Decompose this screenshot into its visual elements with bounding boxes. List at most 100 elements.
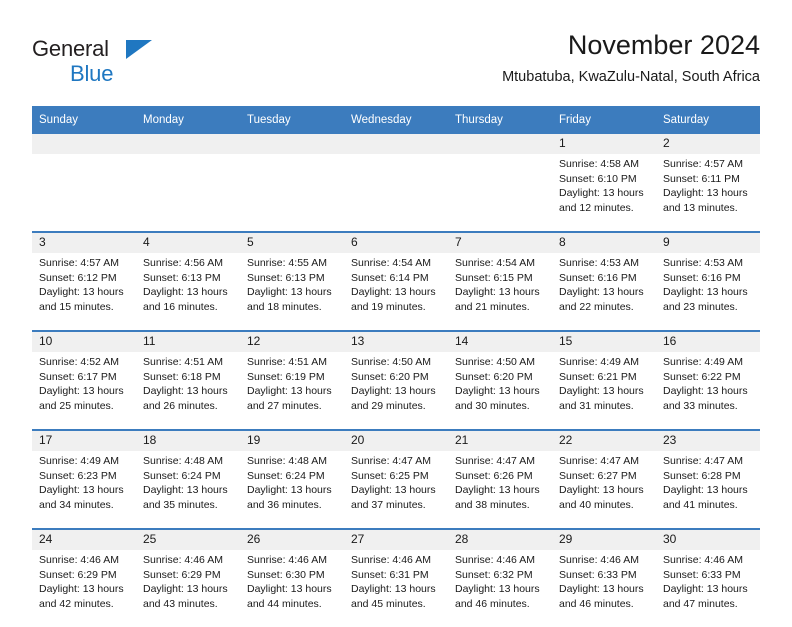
daylight-duration-line1: Daylight: 13 hours <box>247 484 332 496</box>
calendar-day-cell[interactable]: 29 Sunrise: 4:46 AM Sunset: 6:33 PM Dayligh… <box>552 528 656 627</box>
daylight-duration-line2: and 45 minutes. <box>351 597 426 610</box>
daylight-duration-line2: and 22 minutes. <box>559 300 634 313</box>
day-sun-info: Sunrise: 4:47 AM Sunset: 6:28 PM Daylight:… <box>656 451 760 528</box>
daylight-duration-line1: Daylight: 13 hours <box>247 286 332 298</box>
day-number: 21 <box>448 431 552 451</box>
calendar-day-cell[interactable]: 22 Sunrise: 4:47 AM Sunset: 6:27 PM Dayligh… <box>552 429 656 529</box>
sunset-time: Sunset: 6:32 PM <box>455 568 533 581</box>
weekday-header-monday: Monday <box>136 106 240 134</box>
daylight-duration-line1: Daylight: 13 hours <box>247 583 332 595</box>
day-number: 10 <box>32 332 136 352</box>
daylight-duration-line1: Daylight: 13 hours <box>247 385 332 397</box>
sunrise-time: Sunrise: 4:48 AM <box>143 455 223 467</box>
calendar-day-cell[interactable]: 2 Sunrise: 4:57 AM Sunset: 6:11 PM Daylight… <box>656 134 760 232</box>
daylight-duration-line1: Daylight: 13 hours <box>39 484 124 496</box>
calendar-day-cell[interactable]: 17 Sunrise: 4:49 AM Sunset: 6:23 PM Dayligh… <box>32 429 136 529</box>
calendar-day-cell[interactable]: 11 Sunrise: 4:51 AM Sunset: 6:18 PM Dayligh… <box>136 330 240 430</box>
calendar-day-cell[interactable]: 28 Sunrise: 4:46 AM Sunset: 6:32 PM Dayligh… <box>448 528 552 627</box>
daylight-duration-line2: and 33 minutes. <box>663 399 738 412</box>
calendar-day-cell-empty <box>32 134 136 232</box>
sunrise-time: Sunrise: 4:58 AM <box>559 158 639 170</box>
daylight-duration-line2: and 23 minutes. <box>663 300 738 313</box>
daylight-duration-line1: Daylight: 13 hours <box>663 286 748 298</box>
calendar-day-cell[interactable]: 3 Sunrise: 4:57 AM Sunset: 6:12 PM Daylight… <box>32 231 136 331</box>
calendar-day-cell[interactable]: 6 Sunrise: 4:54 AM Sunset: 6:14 PM Daylight… <box>344 231 448 331</box>
calendar-day-cell[interactable]: 16 Sunrise: 4:49 AM Sunset: 6:22 PM Dayligh… <box>656 330 760 430</box>
calendar-day-cell[interactable]: 20 Sunrise: 4:47 AM Sunset: 6:25 PM Dayligh… <box>344 429 448 529</box>
calendar-day-cell[interactable]: 18 Sunrise: 4:48 AM Sunset: 6:24 PM Dayligh… <box>136 429 240 529</box>
calendar-day-cell[interactable]: 7 Sunrise: 4:54 AM Sunset: 6:15 PM Daylight… <box>448 231 552 331</box>
day-sun-info: Sunrise: 4:46 AM Sunset: 6:29 PM Daylight:… <box>32 550 136 627</box>
daylight-duration-line2: and 16 minutes. <box>143 300 218 313</box>
daylight-duration-line1: Daylight: 13 hours <box>663 187 748 199</box>
day-sun-info <box>240 154 344 225</box>
calendar-body: 1 Sunrise: 4:58 AM Sunset: 6:10 PM Daylight… <box>32 134 760 627</box>
day-number: 9 <box>656 233 760 253</box>
day-number: 19 <box>240 431 344 451</box>
day-number: 15 <box>552 332 656 352</box>
day-number: 11 <box>136 332 240 352</box>
sunrise-time: Sunrise: 4:53 AM <box>559 257 639 269</box>
day-number: 16 <box>656 332 760 352</box>
calendar-day-cell[interactable]: 21 Sunrise: 4:47 AM Sunset: 6:26 PM Dayligh… <box>448 429 552 529</box>
daylight-duration-line2: and 18 minutes. <box>247 300 322 313</box>
day-number <box>32 134 136 154</box>
day-sun-info: Sunrise: 4:48 AM Sunset: 6:24 PM Daylight:… <box>240 451 344 528</box>
calendar-day-cell[interactable]: 10 Sunrise: 4:52 AM Sunset: 6:17 PM Dayligh… <box>32 330 136 430</box>
day-number <box>448 134 552 154</box>
sunset-time: Sunset: 6:19 PM <box>247 370 325 383</box>
calendar-day-cell[interactable]: 1 Sunrise: 4:58 AM Sunset: 6:10 PM Daylight… <box>552 134 656 232</box>
calendar-day-cell[interactable]: 14 Sunrise: 4:50 AM Sunset: 6:20 PM Dayligh… <box>448 330 552 430</box>
day-number: 24 <box>32 530 136 550</box>
brand-logo[interactable]: General Blue <box>32 36 172 88</box>
calendar-day-cell[interactable]: 19 Sunrise: 4:48 AM Sunset: 6:24 PM Dayligh… <box>240 429 344 529</box>
day-sun-info: Sunrise: 4:47 AM Sunset: 6:27 PM Daylight:… <box>552 451 656 528</box>
day-sun-info: Sunrise: 4:51 AM Sunset: 6:18 PM Daylight:… <box>136 352 240 429</box>
calendar-week-row: 17 Sunrise: 4:49 AM Sunset: 6:23 PM Dayligh… <box>32 429 760 529</box>
sunset-time: Sunset: 6:28 PM <box>663 469 741 482</box>
day-number: 14 <box>448 332 552 352</box>
sunrise-time: Sunrise: 4:46 AM <box>247 554 327 566</box>
day-sun-info: Sunrise: 4:46 AM Sunset: 6:32 PM Daylight:… <box>448 550 552 627</box>
day-number: 6 <box>344 233 448 253</box>
sunrise-time: Sunrise: 4:54 AM <box>455 257 535 269</box>
calendar-day-cell[interactable]: 15 Sunrise: 4:49 AM Sunset: 6:21 PM Dayligh… <box>552 330 656 430</box>
day-sun-info: Sunrise: 4:47 AM Sunset: 6:26 PM Daylight:… <box>448 451 552 528</box>
weekday-header-wednesday: Wednesday <box>344 106 448 134</box>
calendar-day-cell[interactable]: 24 Sunrise: 4:46 AM Sunset: 6:29 PM Dayligh… <box>32 528 136 627</box>
calendar-day-cell[interactable]: 13 Sunrise: 4:50 AM Sunset: 6:20 PM Dayligh… <box>344 330 448 430</box>
sunset-time: Sunset: 6:33 PM <box>559 568 637 581</box>
day-sun-info: Sunrise: 4:48 AM Sunset: 6:24 PM Daylight:… <box>136 451 240 528</box>
day-number: 13 <box>344 332 448 352</box>
daylight-duration-line1: Daylight: 13 hours <box>143 286 228 298</box>
day-number: 8 <box>552 233 656 253</box>
weekday-header-row: Sunday Monday Tuesday Wednesday Thursday… <box>32 106 760 134</box>
calendar-header-row-group: Sunday Monday Tuesday Wednesday Thursday… <box>32 106 760 134</box>
sunrise-time: Sunrise: 4:46 AM <box>143 554 223 566</box>
daylight-duration-line1: Daylight: 13 hours <box>39 583 124 595</box>
calendar-day-cell[interactable]: 12 Sunrise: 4:51 AM Sunset: 6:19 PM Dayligh… <box>240 330 344 430</box>
daylight-duration-line1: Daylight: 13 hours <box>455 484 540 496</box>
calendar-day-cell[interactable]: 9 Sunrise: 4:53 AM Sunset: 6:16 PM Daylight… <box>656 231 760 331</box>
calendar-day-cell[interactable]: 27 Sunrise: 4:46 AM Sunset: 6:31 PM Dayligh… <box>344 528 448 627</box>
sunset-time: Sunset: 6:18 PM <box>143 370 221 383</box>
calendar-day-cell[interactable]: 4 Sunrise: 4:56 AM Sunset: 6:13 PM Daylight… <box>136 231 240 331</box>
calendar-day-cell[interactable]: 5 Sunrise: 4:55 AM Sunset: 6:13 PM Daylight… <box>240 231 344 331</box>
sunrise-time: Sunrise: 4:51 AM <box>247 356 327 368</box>
day-sun-info: Sunrise: 4:50 AM Sunset: 6:20 PM Daylight:… <box>344 352 448 429</box>
calendar-day-cell[interactable]: 23 Sunrise: 4:47 AM Sunset: 6:28 PM Dayligh… <box>656 429 760 529</box>
daylight-duration-line2: and 44 minutes. <box>247 597 322 610</box>
daylight-duration-line1: Daylight: 13 hours <box>455 583 540 595</box>
calendar-day-cell[interactable]: 25 Sunrise: 4:46 AM Sunset: 6:29 PM Dayligh… <box>136 528 240 627</box>
daylight-duration-line2: and 26 minutes. <box>143 399 218 412</box>
blue-triangle-icon <box>126 40 152 59</box>
sunset-time: Sunset: 6:26 PM <box>455 469 533 482</box>
sunrise-time: Sunrise: 4:47 AM <box>455 455 535 467</box>
calendar-day-cell[interactable]: 30 Sunrise: 4:46 AM Sunset: 6:33 PM Dayligh… <box>656 528 760 627</box>
calendar-day-cell[interactable]: 8 Sunrise: 4:53 AM Sunset: 6:16 PM Daylight… <box>552 231 656 331</box>
day-sun-info: Sunrise: 4:56 AM Sunset: 6:13 PM Daylight:… <box>136 253 240 330</box>
sunset-time: Sunset: 6:15 PM <box>455 271 533 284</box>
sunrise-time: Sunrise: 4:47 AM <box>663 455 743 467</box>
day-number <box>344 134 448 154</box>
calendar-day-cell[interactable]: 26 Sunrise: 4:46 AM Sunset: 6:30 PM Dayligh… <box>240 528 344 627</box>
